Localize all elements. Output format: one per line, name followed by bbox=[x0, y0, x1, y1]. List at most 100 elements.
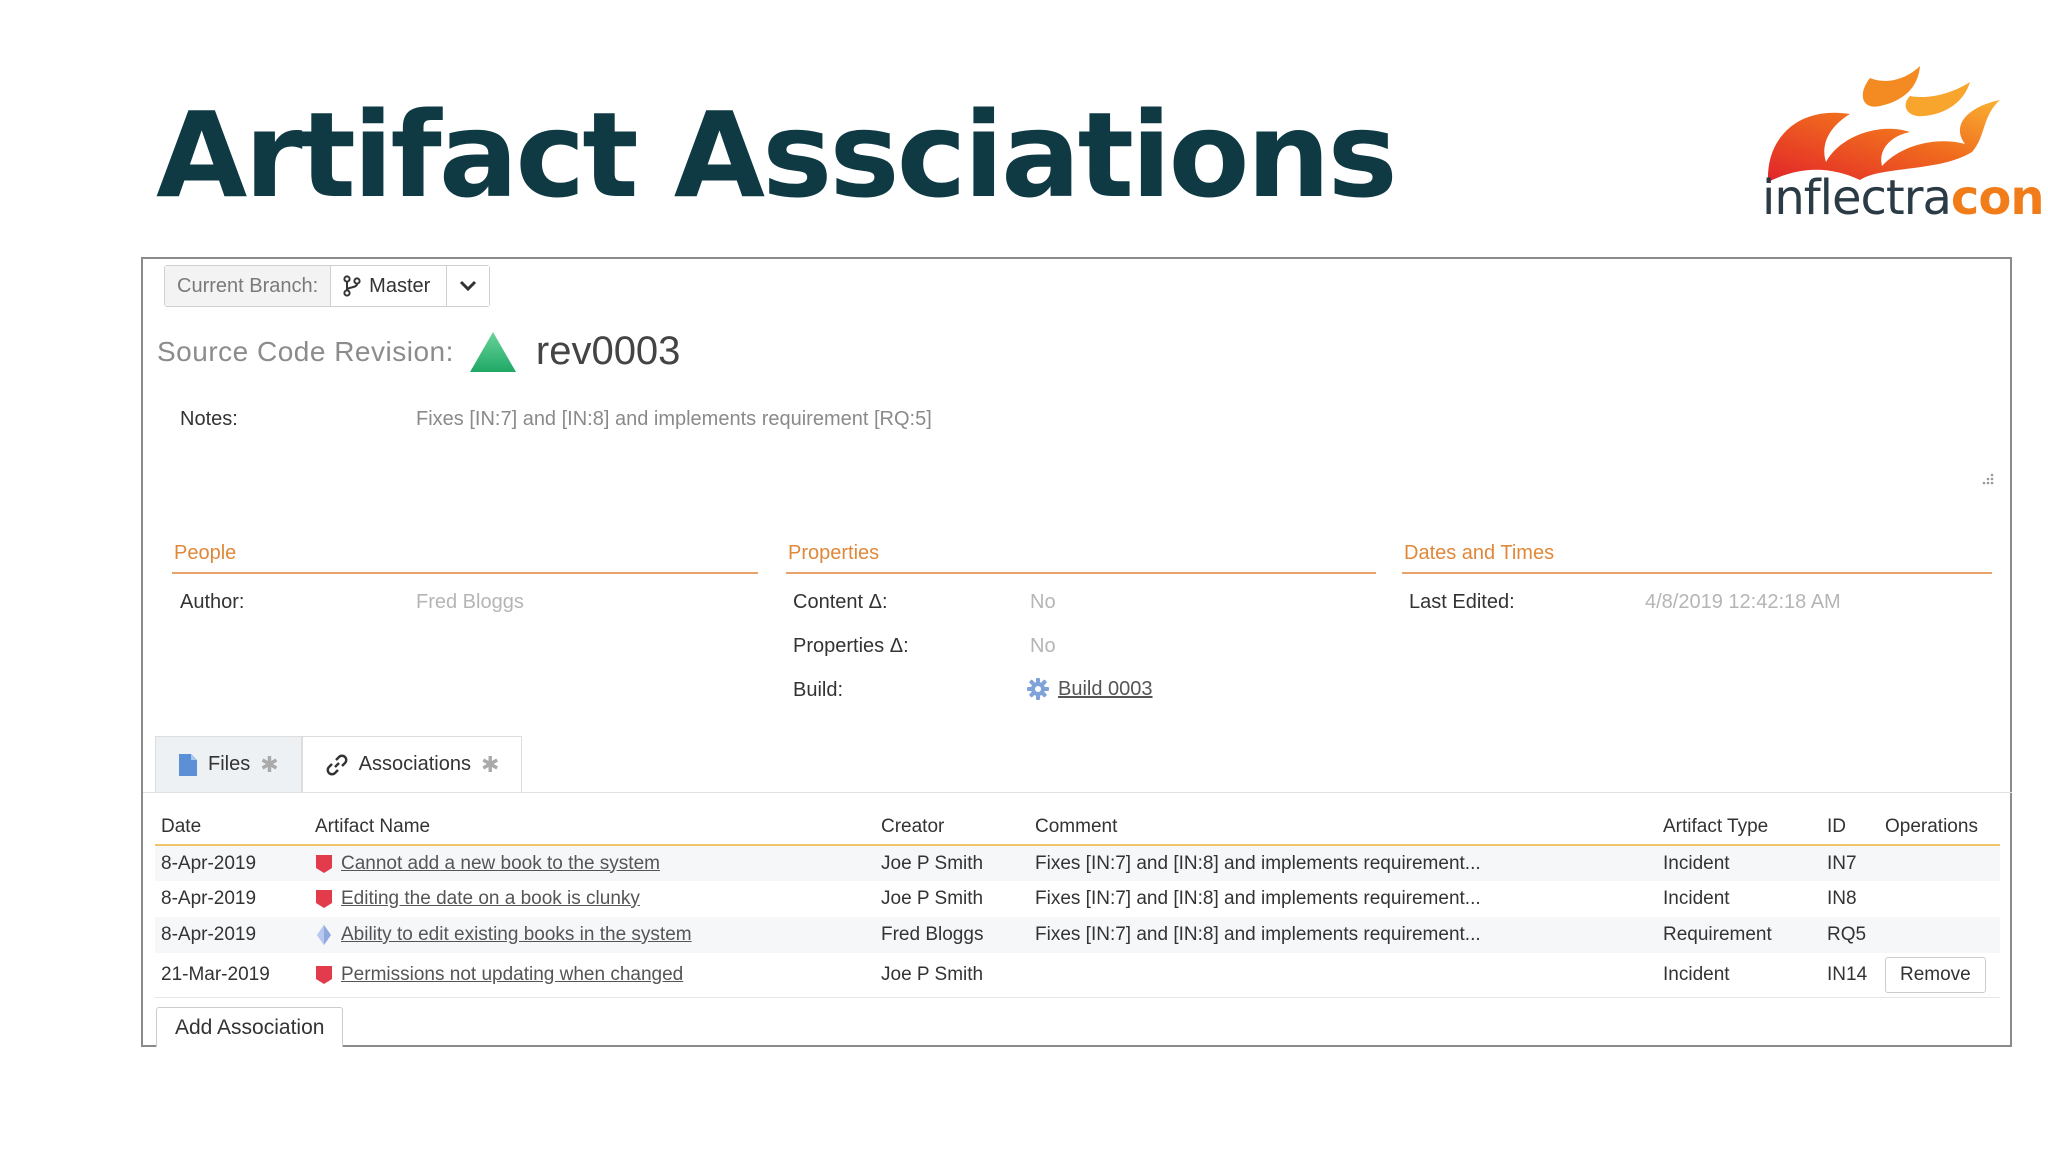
artifact-link[interactable]: Ability to edit existing books in the sy… bbox=[341, 924, 692, 946]
row-date: 8-Apr-2019 bbox=[155, 917, 309, 953]
tab-files[interactable]: Files ✱ bbox=[155, 736, 302, 792]
branch-label: Current Branch: bbox=[165, 266, 332, 306]
revision-label: Source Code Revision: bbox=[157, 335, 454, 367]
column-header-operations: Operations bbox=[1879, 809, 2000, 846]
last-edited-value: 4/8/2019 12:42:18 AM bbox=[1645, 591, 1841, 613]
section-dates: Dates and Times bbox=[1402, 542, 1992, 574]
row-comment: Fixes [IN:7] and [IN:8] and implements r… bbox=[1029, 845, 1657, 881]
build-link-label: Build 0003 bbox=[1058, 677, 1153, 700]
column-header-artifact-type[interactable]: Artifact Type bbox=[1657, 809, 1821, 846]
row-type: Incident bbox=[1657, 845, 1821, 881]
column-header-artifact-name[interactable]: Artifact Name bbox=[309, 809, 875, 846]
tab-files-label: Files bbox=[208, 753, 251, 775]
column-header-date[interactable]: Date bbox=[155, 809, 309, 846]
row-name-cell: Cannot add a new book to the system bbox=[309, 845, 875, 881]
row-type: Incident bbox=[1663, 888, 1730, 909]
flame-icon bbox=[1767, 66, 2000, 182]
content-delta-label: Content Δ: bbox=[793, 591, 888, 613]
revision-heading: Source Code Revision: rev0003 bbox=[157, 329, 680, 374]
associations-table: Date Artifact Name Creator Comment Artif… bbox=[155, 809, 2000, 998]
artifact-link[interactable]: Editing the date on a book is clunky bbox=[341, 888, 640, 910]
row-id: IN14 bbox=[1821, 953, 1879, 998]
detail-tabs: Files ✱ Associations ✱ bbox=[155, 736, 523, 792]
table-row: 8-Apr-2019 Editing the date on a book is… bbox=[155, 881, 2000, 917]
table-row: 8-Apr-2019 Cannot add a new book to the … bbox=[155, 845, 2000, 881]
row-name-cell: Permissions not updating when changed bbox=[309, 953, 875, 998]
revision-value: rev0003 bbox=[535, 329, 681, 373]
row-operations bbox=[1879, 917, 2000, 953]
row-date: 8-Apr-2019 bbox=[155, 845, 309, 881]
row-operations bbox=[1879, 845, 2000, 881]
section-people: People bbox=[172, 542, 758, 574]
logo-text-con: con bbox=[1950, 170, 2045, 226]
revision-triangle-icon bbox=[469, 331, 516, 372]
content-delta-value: No bbox=[1030, 591, 1056, 613]
properties-delta-label: Properties Δ: bbox=[793, 635, 909, 657]
notes-value: Fixes [IN:7] and [IN:8] and implements r… bbox=[416, 408, 932, 430]
row-operations: Remove bbox=[1879, 953, 2000, 998]
artifact-name: Permissions not updating when changed bbox=[315, 964, 875, 986]
row-id: IN7 bbox=[1821, 845, 1879, 881]
tab-associations-star: ✱ bbox=[480, 751, 500, 777]
branch-button[interactable]: Master bbox=[331, 266, 448, 306]
artifact-link[interactable]: Cannot add a new book to the system bbox=[341, 853, 660, 875]
incident-icon bbox=[316, 965, 332, 984]
author-label: Author: bbox=[180, 591, 245, 613]
logo-text: inflectracon bbox=[1762, 174, 2044, 222]
row-name-cell: Ability to edit existing books in the sy… bbox=[309, 917, 875, 953]
slide-title: Artifact Assciations bbox=[156, 86, 1398, 224]
tab-files-star: ✱ bbox=[260, 751, 279, 777]
section-properties: Properties bbox=[786, 542, 1376, 574]
row-operations bbox=[1879, 881, 2000, 917]
revision-details-panel: Current Branch: Master Source Code Revis… bbox=[141, 257, 2012, 1047]
properties-delta-value: No bbox=[1030, 635, 1056, 657]
tab-associations-label: Associations bbox=[358, 753, 471, 775]
row-type: Incident bbox=[1657, 953, 1821, 998]
add-association-button[interactable]: Add Association bbox=[156, 1007, 344, 1047]
column-header-creator[interactable]: Creator bbox=[875, 809, 1029, 846]
notes-label: Notes: bbox=[180, 408, 238, 430]
row-creator: Joe P Smith bbox=[881, 888, 984, 909]
gear-icon bbox=[1027, 678, 1049, 700]
row-id: RQ5 bbox=[1821, 917, 1879, 953]
table-header-row: Date Artifact Name Creator Comment Artif… bbox=[155, 809, 2000, 846]
build-label: Build: bbox=[793, 679, 844, 701]
branch-selector: Current Branch: Master bbox=[164, 265, 491, 307]
row-comment bbox=[1029, 953, 1657, 998]
row-comment: Fixes [IN:7] and [IN:8] and implements r… bbox=[1035, 888, 1481, 909]
column-header-id[interactable]: ID bbox=[1821, 809, 1879, 846]
file-icon bbox=[179, 753, 197, 776]
last-edited-label: Last Edited: bbox=[1409, 591, 1515, 613]
table-row: 8-Apr-2019 Ability to edit existing book… bbox=[155, 917, 2000, 953]
tabs-divider bbox=[143, 792, 2012, 793]
row-creator: Joe P Smith bbox=[875, 953, 1029, 998]
branch-icon bbox=[343, 275, 361, 297]
row-name-cell: Editing the date on a book is clunky bbox=[309, 881, 875, 917]
remove-button[interactable]: Remove bbox=[1885, 956, 1986, 993]
row-date: 8-Apr-2019 bbox=[161, 888, 257, 909]
artifact-link[interactable]: Permissions not updating when changed bbox=[341, 964, 683, 986]
row-creator: Fred Bloggs bbox=[875, 917, 1029, 953]
chevron-down-icon bbox=[460, 280, 477, 292]
resize-grip-icon[interactable] bbox=[1980, 472, 1994, 486]
link-icon bbox=[326, 754, 348, 775]
build-link[interactable]: Build 0003 bbox=[1026, 677, 1153, 701]
incident-icon bbox=[316, 854, 332, 873]
logo-text-inflectra: inflectra bbox=[1762, 170, 1952, 226]
row-type: Requirement bbox=[1657, 917, 1821, 953]
row-id: IN8 bbox=[1827, 888, 1857, 909]
branch-value: Master bbox=[369, 274, 431, 297]
inflectracon-logo: inflectracon bbox=[1760, 66, 2044, 236]
author-value: Fred Bloggs bbox=[416, 591, 524, 613]
artifact-name: Ability to edit existing books in the sy… bbox=[315, 924, 875, 946]
row-comment: Fixes [IN:7] and [IN:8] and implements r… bbox=[1029, 917, 1657, 953]
row-date: 21-Mar-2019 bbox=[155, 953, 309, 998]
column-header-comment[interactable]: Comment bbox=[1029, 809, 1657, 846]
incident-icon bbox=[316, 890, 332, 908]
row-creator: Joe P Smith bbox=[875, 845, 1029, 881]
branch-dropdown-toggle[interactable] bbox=[447, 266, 490, 306]
tab-associations[interactable]: Associations ✱ bbox=[301, 736, 523, 792]
table-row: 21-Mar-2019 Permissions not updating whe… bbox=[155, 953, 2000, 998]
requirement-icon bbox=[317, 925, 331, 945]
artifact-name: Cannot add a new book to the system bbox=[315, 853, 875, 875]
